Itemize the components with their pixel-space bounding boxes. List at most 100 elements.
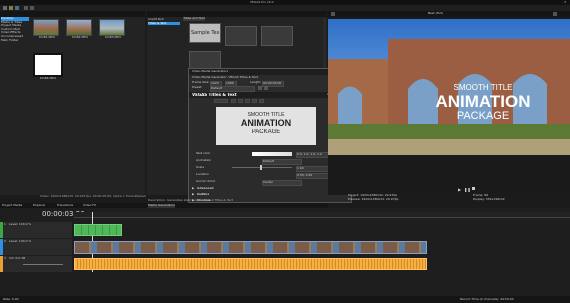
zoom-dropdown[interactable]: Best (Full) [428,12,443,16]
chevron-right-icon: ▶ [192,192,195,196]
open-icon[interactable] [9,6,13,10]
file-item[interactable]: DCB2.MP4 [66,19,94,47]
align-right-icon[interactable] [259,99,264,103]
plugin-bar: VEGAS Titles & Text About [189,92,351,98]
preset-thumb[interactable] [225,26,257,46]
file-name: DCB1.MP4 [39,36,55,39]
overlay-line: PACKAGE [456,109,510,122]
text-format-toolbar [214,99,304,104]
overlay-line: SMOOTH TITLE [453,83,513,92]
prop-label: Location [196,173,209,176]
file-name: DCB2.MP4 [72,36,88,39]
properties-list: Text color 0.0, 1.0, 1.0, 1.0 Animation … [192,151,347,204]
preview-info-right: Frame: 96 Display: 352x198x32 [473,194,563,201]
redo-icon[interactable] [30,6,34,10]
tab-titles-and-text[interactable]: Titles and Text [183,17,205,21]
file-thumbnail [99,19,125,36]
preview-transport: ▶ ❚❚ [458,187,488,192]
prop-row: Location 0.50, 0.50 [192,172,347,179]
track-number: 1 [4,223,6,226]
tree-item[interactable]: Titles & Text [148,21,180,26]
close-icon[interactable]: ✕ [564,1,567,4]
new-icon[interactable] [3,6,7,10]
animation-dropdown[interactable]: Default [262,159,302,165]
video-preview-panel: Best (Full) SMOOTH TITLE ANIMATION PACKA… [328,11,570,200]
preview-line: PACKAGE [251,128,281,135]
title-overlay: SMOOTH TITLE ANIMATION PACKAGE [408,83,558,123]
pause-icon[interactable]: ❚❚ [464,187,471,192]
volume-slider[interactable] [23,264,63,265]
plugin-name: VEGAS Titles & Text [192,93,237,97]
section-label: Outline [197,193,210,196]
preset-thumb[interactable] [261,26,293,46]
media-gen-tree: Credit Roll Titles & Text [148,18,180,26]
bold-icon[interactable] [231,99,236,103]
record-time: Record Time (2 channels): 44:59:04 [460,298,514,301]
track-header-audio[interactable]: 3 Vol: 0.0 dB [0,256,72,272]
prop-label: Text color [196,152,211,155]
dialog-title: Video Media Generators [192,70,229,73]
text-edit-area[interactable]: SMOOTH TITLE ANIMATION PACKAGE [216,107,316,145]
stop-icon[interactable] [472,187,475,190]
file-item[interactable]: DCB4.MP4 [33,53,63,81]
undo-icon[interactable] [24,6,28,10]
display-info: Display: 352x198x32 [473,197,505,201]
file-thumbnail [33,19,59,36]
align-center-icon[interactable] [252,99,257,103]
explorer-tree: Desktop Media & Titles Project Media Cus… [1,17,29,77]
snapshot-icon[interactable] [553,12,557,16]
track-level: Level: 100.0 % [9,240,32,243]
file-name: DCB4.MP4 [40,77,56,80]
preview-frame: SMOOTH TITLE ANIMATION PACKAGE [328,19,570,155]
chevron-right-icon: ▶ [192,186,195,190]
frame-size-label: Frame Size: [192,81,210,84]
frame-size-row: Frame Size: 1920 1080 Length: 00:00:05;0… [192,81,348,87]
track-header-video-1[interactable]: 1 Level: 100.0 % [0,222,72,238]
prop-row: Animation Default [192,158,347,165]
preview-line: ANIMATION [240,118,292,128]
timeline-status-bar: Rate: 0.00 Record Time (2 channels): 44:… [0,296,570,303]
scale-slider-handle[interactable] [260,165,262,170]
file-thumbnail [33,53,63,77]
dialog-header: Video Media Generator: VEGAS Titles & Te… [192,76,258,79]
split-screen-icon[interactable] [331,12,335,16]
timeline-panel: 00:00:03;26 1 Level: 100.0 % 2 Level: 10… [0,208,570,303]
align-left-icon[interactable] [245,99,250,103]
prop-label: Scale [196,166,205,169]
prop-label: Animation [196,159,212,162]
timeline-ruler[interactable] [74,212,570,218]
scale-slider[interactable] [232,167,292,168]
tree-item[interactable]: Main Folder [1,39,29,43]
italic-icon[interactable] [238,99,243,103]
preset-dropdown[interactable]: Default [210,86,255,92]
dialog-titlebar: Video Media Generators ✕ [189,69,351,75]
track-number: 2 [4,240,6,243]
section-label: Advanced [197,187,214,190]
preset-label: Sample Text [191,30,219,36]
file-item[interactable]: DCB3.MP4 [99,19,127,47]
delete-preset-icon[interactable] [264,86,268,90]
anchor-dropdown[interactable]: Center [262,180,302,186]
save-preset-icon[interactable] [258,86,262,90]
preset-row: Preset: Default [192,86,348,92]
video-event[interactable] [74,241,427,254]
preset-thumb[interactable]: Sample Text [189,23,221,43]
file-thumbnail [66,19,92,36]
prop-row: Scale 1.00 [192,165,347,172]
text-color-swatch[interactable] [252,152,292,156]
save-icon[interactable] [15,6,19,10]
preset-label: Preset: [192,86,203,89]
length-label: Length: [250,81,262,84]
prop-label: Anchor Point [196,180,215,183]
title-event[interactable] [74,224,122,236]
font-dropdown[interactable] [214,99,228,103]
prop-row: Anchor Point Center [192,179,347,186]
play-icon[interactable]: ▶ [458,187,461,192]
media-gen-toolbar [147,11,327,17]
explorer-panel: Desktop Media & Titles Project Media Cus… [0,11,145,195]
track-header-video-2[interactable]: 2 Level: 100.0 % [0,239,72,255]
track-volume: Vol: 0.0 dB [9,257,26,260]
audio-event[interactable] [74,258,427,270]
overlay-line: ANIMATION [435,92,531,110]
file-item[interactable]: DCB1.MP4 [33,19,61,47]
